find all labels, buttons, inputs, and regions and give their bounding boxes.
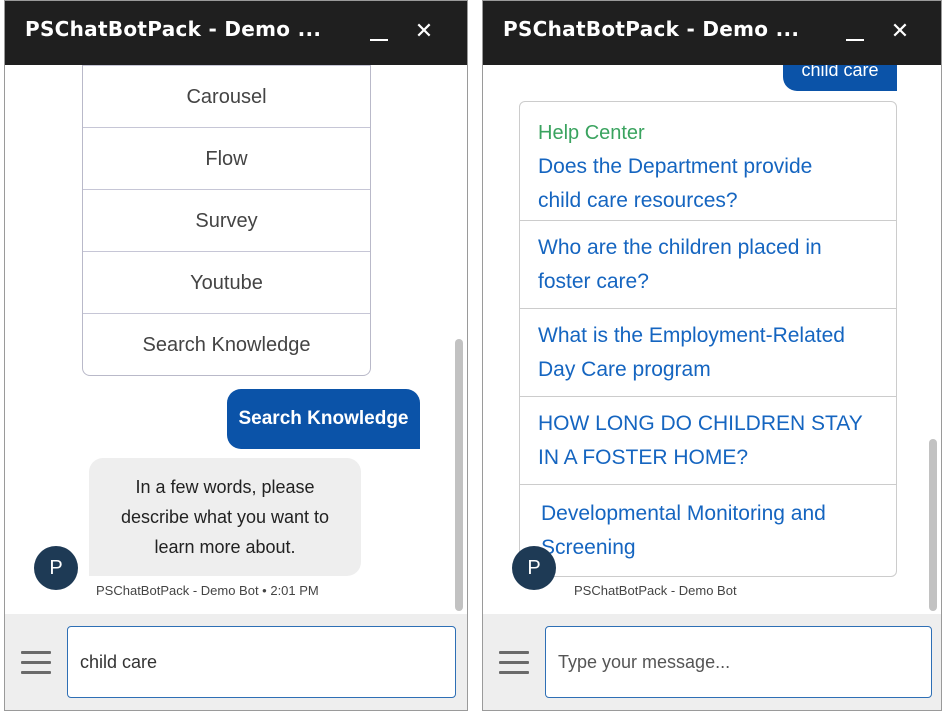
option-survey[interactable]: Survey — [83, 189, 370, 251]
chat-window-right: PSChatBotPack - Demo ... ✕ child care He… — [482, 0, 942, 711]
knowledge-article-link[interactable]: Does the Department provide child care r… — [538, 150, 884, 218]
scrollbar[interactable] — [929, 439, 937, 611]
option-youtube[interactable]: Youtube — [83, 251, 370, 313]
chat-transcript: Carousel Flow Survey Youtube Search Know… — [5, 65, 467, 614]
message-input[interactable] — [67, 626, 456, 698]
knowledge-article-item: HOW LONG DO CHILDREN STAY IN A FOSTER HO… — [520, 396, 896, 484]
avatar: P — [512, 546, 556, 590]
close-button[interactable]: ✕ — [889, 21, 911, 43]
knowledge-article-link[interactable]: Who are the children placed in foster ca… — [538, 231, 884, 299]
user-message: child care — [783, 65, 897, 91]
bot-message-line: describe what you want to — [120, 507, 330, 527]
chat-title: PSChatBotPack - Demo ... — [503, 17, 800, 41]
scrollbar[interactable] — [455, 339, 463, 611]
bot-message-meta: PSChatBotPack - Demo Bot • 2:01 PM — [96, 583, 319, 598]
chat-footer — [5, 614, 467, 710]
message-input[interactable] — [545, 626, 932, 698]
bot-message-meta: PSChatBotPack - Demo Bot — [574, 583, 737, 598]
knowledge-article-link[interactable]: Developmental Monitoring and Screening — [541, 497, 884, 565]
option-flow[interactable]: Flow — [83, 127, 370, 189]
chat-title: PSChatBotPack - Demo ... — [25, 17, 322, 41]
knowledge-article-item: What is the Employment-Related Day Care … — [520, 308, 896, 396]
chat-header: PSChatBotPack - Demo ... ✕ — [483, 1, 941, 65]
minimize-button[interactable] — [369, 23, 389, 43]
knowledge-article-link[interactable]: What is the Employment-Related Day Care … — [538, 319, 884, 387]
minimize-button[interactable] — [845, 23, 865, 43]
close-button[interactable]: ✕ — [413, 21, 435, 43]
hamburger-menu-icon[interactable] — [21, 651, 51, 675]
bot-message-line: learn more about. — [154, 537, 296, 557]
knowledge-article-link[interactable]: HOW LONG DO CHILDREN STAY IN A FOSTER HO… — [538, 407, 884, 475]
option-search-knowledge[interactable]: Search Knowledge — [83, 313, 370, 375]
hamburger-menu-icon[interactable] — [499, 651, 529, 675]
knowledge-source-label: Help Center — [538, 122, 645, 144]
knowledge-article-item: Who are the children placed in foster ca… — [520, 220, 896, 308]
bot-message-line: In a few words, please — [135, 477, 315, 497]
bot-message: In a few words, please describe what you… — [89, 458, 361, 576]
chat-header: PSChatBotPack - Demo ... ✕ — [5, 1, 467, 65]
knowledge-results-card: Help Center Does the Department provide … — [519, 101, 897, 577]
option-carousel[interactable]: Carousel — [83, 65, 370, 127]
knowledge-article-item: Developmental Monitoring and Screening — [520, 484, 896, 576]
chat-footer — [483, 614, 941, 710]
chat-window-left: PSChatBotPack - Demo ... ✕ Carousel Flow… — [4, 0, 468, 711]
chat-transcript: child care Help Center Does the Departme… — [483, 65, 941, 614]
option-list: Carousel Flow Survey Youtube Search Know… — [82, 65, 371, 376]
avatar: P — [34, 546, 78, 590]
user-message: Search Knowledge — [227, 389, 420, 449]
